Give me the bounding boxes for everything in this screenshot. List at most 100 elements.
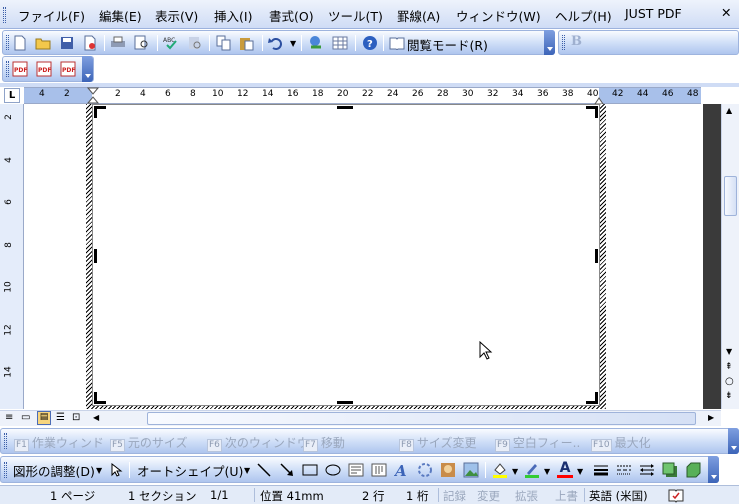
- toolbar-options-button[interactable]: [82, 56, 93, 82]
- resize-handle[interactable]: [337, 106, 353, 109]
- menu-format[interactable]: 書式(O): [269, 6, 314, 25]
- status-language[interactable]: 英語 (米国): [589, 488, 648, 504]
- menu-just-pdf[interactable]: JUST PDF: [625, 6, 682, 21]
- toolbar-options-button[interactable]: [728, 428, 739, 454]
- new-document-icon[interactable]: [12, 35, 28, 51]
- draw-adjust-menu[interactable]: 図形の調整(D): [13, 461, 95, 480]
- select-objects-icon[interactable]: [109, 462, 125, 478]
- resize-handle[interactable]: [94, 106, 106, 118]
- toolbar-grip[interactable]: [4, 462, 7, 478]
- rectangle-tool-icon[interactable]: [302, 462, 318, 478]
- status-record[interactable]: 記録: [443, 488, 466, 504]
- menu-insert[interactable]: 挿入(I): [214, 6, 252, 25]
- line-style-icon[interactable]: [593, 462, 609, 478]
- scroll-left-icon[interactable]: ◀: [93, 413, 99, 422]
- research-icon[interactable]: [187, 35, 203, 51]
- fkey-f6[interactable]: F6 次のウィンドウ: [207, 434, 309, 452]
- status-track-changes[interactable]: 変更: [477, 488, 500, 504]
- pdf-settings-icon[interactable]: PDF: [60, 61, 76, 77]
- fill-color-dropdown-icon[interactable]: ▼: [512, 467, 518, 476]
- font-color-dropdown-icon[interactable]: ▼: [577, 467, 583, 476]
- reading-mode-button[interactable]: 閲覧モード(R): [407, 35, 488, 54]
- status-page-count[interactable]: 1/1: [210, 488, 229, 502]
- paste-icon[interactable]: [239, 35, 255, 51]
- scroll-down-icon[interactable]: ▼: [726, 347, 732, 356]
- resize-handle[interactable]: [337, 401, 353, 404]
- next-page-icon[interactable]: ⇟: [725, 391, 733, 401]
- menu-edit[interactable]: 編集(E): [99, 6, 142, 25]
- dash-style-icon[interactable]: [616, 462, 632, 478]
- status-extend[interactable]: 拡張: [515, 488, 538, 504]
- horizontal-scrollbar[interactable]: ◀ ▶: [90, 410, 721, 426]
- reading-mode-icon[interactable]: [389, 35, 405, 51]
- vertical-ruler[interactable]: 2 4 6 8 10 12 14: [0, 104, 24, 409]
- vertical-text-box-icon[interactable]: [371, 462, 387, 478]
- scroll-up-icon[interactable]: ▲: [726, 106, 732, 115]
- toolbar-grip[interactable]: [6, 35, 9, 50]
- status-section[interactable]: 1 セクション: [128, 488, 196, 504]
- left-indent-marker-icon[interactable]: [87, 87, 99, 105]
- diagram-icon[interactable]: [417, 462, 433, 478]
- toolbar-options-button[interactable]: [708, 456, 719, 483]
- resize-handle[interactable]: [586, 106, 598, 118]
- vertical-scrollbar[interactable]: ▲ ▼ ⇞ ○ ⇟: [721, 104, 739, 409]
- wordart-icon[interactable]: A: [394, 462, 410, 478]
- reading-layout-icon[interactable]: ⊡: [72, 412, 80, 423]
- line-color-dropdown-icon[interactable]: ▼: [544, 467, 550, 476]
- autoshapes-menu[interactable]: オートシェイプ(U): [137, 461, 243, 480]
- horizontal-scroll-thumb[interactable]: [147, 412, 696, 425]
- fkey-f9[interactable]: F9 空白フィー..: [495, 434, 580, 452]
- fkey-f8[interactable]: F8 サイズ変更: [399, 434, 477, 452]
- fkey-f5[interactable]: F5 元のサイズ: [110, 434, 188, 452]
- vertical-scroll-thumb[interactable]: [724, 176, 737, 216]
- permission-icon[interactable]: [82, 35, 98, 51]
- open-folder-icon[interactable]: [35, 35, 51, 51]
- text-box-icon[interactable]: [348, 462, 364, 478]
- undo-dropdown-icon[interactable]: ▼: [290, 39, 296, 48]
- 3d-style-icon[interactable]: [685, 462, 701, 478]
- oval-tool-icon[interactable]: [325, 462, 341, 478]
- pdf-mail-icon[interactable]: PDF: [36, 61, 52, 77]
- bold-button[interactable]: B: [571, 34, 582, 49]
- menu-table[interactable]: 罫線(A): [397, 6, 440, 25]
- resize-handle[interactable]: [94, 249, 97, 263]
- browse-object-icon[interactable]: ○: [725, 376, 734, 387]
- status-column[interactable]: 1 桁: [406, 488, 428, 504]
- menu-view[interactable]: 表示(V): [155, 6, 198, 25]
- autoshapes-dropdown-icon[interactable]: ▼: [244, 466, 250, 475]
- toolbar-grip[interactable]: [562, 35, 565, 50]
- spelling-status-icon[interactable]: [668, 487, 684, 503]
- menu-tools[interactable]: ツール(T): [328, 6, 383, 25]
- spelling-icon[interactable]: ABC: [163, 35, 179, 51]
- text-frame[interactable]: [92, 104, 600, 406]
- outline-view-icon[interactable]: ☰: [56, 412, 65, 423]
- right-indent-marker-icon[interactable]: [594, 91, 604, 105]
- fkey-f10[interactable]: F10 最大化: [591, 434, 651, 452]
- web-layout-icon[interactable]: ▭: [21, 412, 30, 423]
- save-icon[interactable]: [59, 35, 75, 51]
- copy-icon[interactable]: [216, 35, 232, 51]
- toolbar-grip[interactable]: [6, 61, 9, 77]
- line-tool-icon[interactable]: [256, 462, 272, 478]
- toolbar-grip[interactable]: [4, 433, 7, 449]
- resize-handle[interactable]: [595, 249, 598, 263]
- undo-icon[interactable]: [268, 35, 284, 51]
- help-icon[interactable]: ?: [362, 35, 378, 51]
- resize-handle[interactable]: [586, 392, 598, 404]
- previous-page-icon[interactable]: ⇞: [725, 362, 733, 372]
- horizontal-ruler[interactable]: 4 2 2 4 6 8 10 12 14 16 18 20 22 24 26 2…: [24, 87, 701, 105]
- arrow-tool-icon[interactable]: [279, 462, 295, 478]
- fkey-f1[interactable]: F1 作業ウィンド: [14, 434, 104, 452]
- menu-bar-grip[interactable]: [3, 7, 6, 23]
- fkey-f7[interactable]: F7 移動: [303, 434, 345, 452]
- menu-help[interactable]: ヘルプ(H): [555, 6, 612, 25]
- pdf-create-icon[interactable]: PDF: [12, 61, 28, 77]
- scroll-right-icon[interactable]: ▶: [708, 413, 714, 422]
- status-line[interactable]: 2 行: [362, 488, 384, 504]
- shadow-style-icon[interactable]: [662, 462, 678, 478]
- line-color-icon[interactable]: [524, 462, 540, 478]
- clip-art-icon[interactable]: [440, 462, 456, 478]
- fill-color-icon[interactable]: [492, 462, 508, 478]
- print-preview-icon[interactable]: [134, 35, 150, 51]
- normal-view-icon[interactable]: ≡: [5, 412, 13, 423]
